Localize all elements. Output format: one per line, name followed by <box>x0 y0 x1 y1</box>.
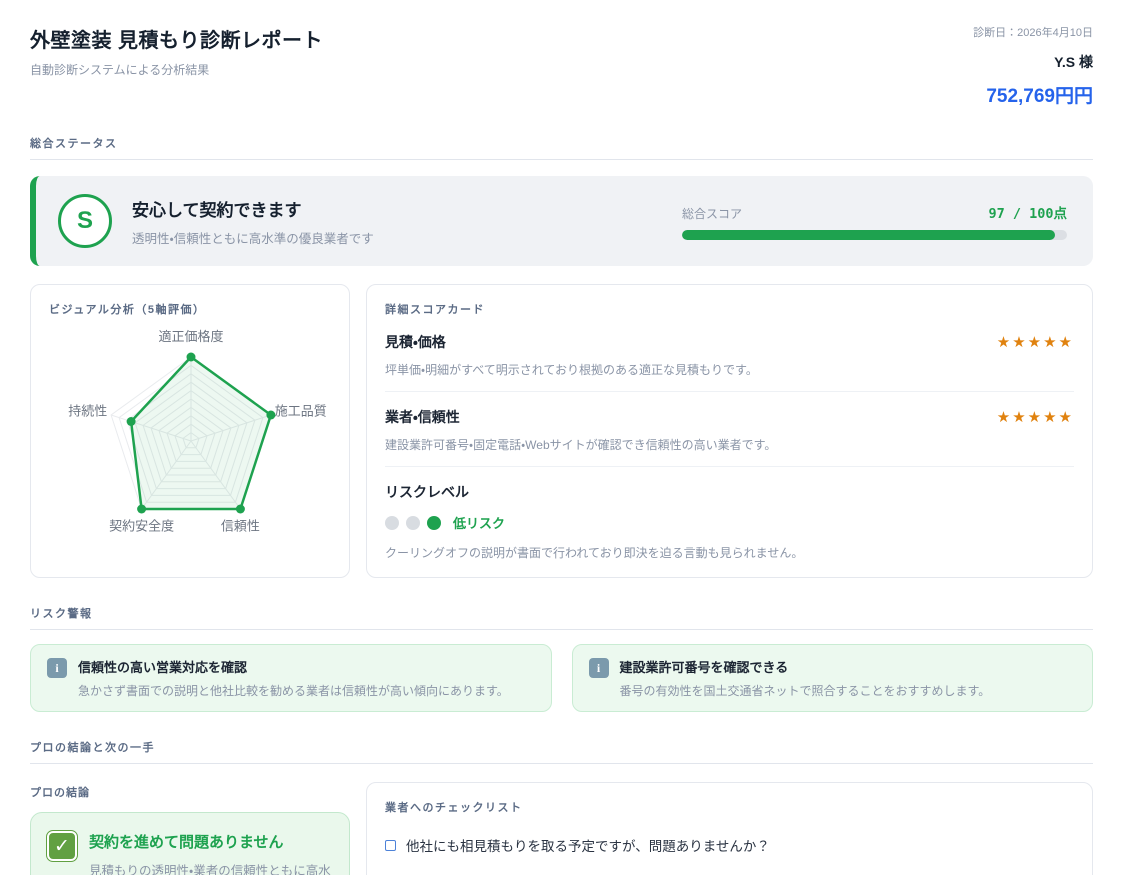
conclusion-columns: プロの結論 ✓ 契約を進めて問題ありません 見積もりの透明性・業者の信頼性ともに… <box>30 782 1093 875</box>
score-item-title: 業者・信頼性 <box>385 407 460 427</box>
alert-title: 信頼性の高い営業対応を確認 <box>78 657 509 676</box>
checklist-card: 業者へのチェックリスト 他社にも相見積もりを取る予定ですが、問題ありませんか？ <box>366 782 1093 875</box>
section-conclusion: プロの結論と次の一手 <box>30 739 1093 764</box>
svg-text:施工品質: 施工品質 <box>275 403 327 418</box>
svg-text:持続性: 持続性 <box>68 403 107 418</box>
header-right: 診断日：2026年4月10日 Y.S 様 752,769円円 <box>973 24 1093 108</box>
star-rating: ★★★★★ <box>997 408 1074 426</box>
star-rating: ★★★★★ <box>997 333 1074 351</box>
alert-description: 番号の有効性を国土交通省ネットで照合することをおすすめします。 <box>620 682 991 699</box>
score-label: 総合スコア <box>682 205 742 222</box>
score-progress-fill <box>682 230 1055 240</box>
section-risk-alerts: リスク警報 <box>30 605 1093 630</box>
grade-letter: S <box>77 207 93 235</box>
risk-alert-card: i 建設業許可番号を確認できる 番号の有効性を国土交通省ネットで照合することをお… <box>572 644 1094 712</box>
score-progress-track <box>682 230 1067 240</box>
check-icon: ✓ <box>47 831 77 861</box>
info-icon: i <box>47 658 67 678</box>
score-value: 97 / 100点 <box>988 202 1067 222</box>
report-header: 外壁塗装 見積もり診断レポート 自動診断システムによる分析結果 診断日：2026… <box>30 24 1093 108</box>
customer-name: Y.S 様 <box>973 52 1093 72</box>
visual-analysis-card: ビジュアル分析（5軸評価） 適正価格度施工品質信頼性 契約安全度 持続性 <box>30 284 350 578</box>
risk-dot-indicator: 低リスク <box>385 513 1074 532</box>
score-block: 総合スコア 97 / 100点 <box>682 202 1067 240</box>
estimate-amount: 752,769円円 <box>973 81 1093 108</box>
section-overall-status: 総合ステータス <box>30 135 1093 160</box>
pro-conclusion-label: プロの結論 <box>30 784 350 800</box>
alert-description: 急かさず書面での説明と他社比較を勧める業者は信頼性が高い傾向にあります。 <box>78 682 509 699</box>
status-title: 安心して契約できます <box>132 196 374 221</box>
risk-alert-card: i 信頼性の高い営業対応を確認 急かさず書面での説明と他社比較を勧める業者は信頼… <box>30 644 552 712</box>
status-subtitle: 透明性・信頼性ともに高水準の優良業者です <box>132 228 374 247</box>
risk-dot <box>385 516 399 530</box>
conclusion-text: 契約を進めて問題ありません 見積もりの透明性・業者の信頼性ともに高水準です。保証… <box>89 831 333 875</box>
alert-title: 建設業許可番号を確認できる <box>620 657 991 676</box>
detail-score-card: 詳細スコアカード 見積・価格 ★★★★★ 坪単価・明細がすべて明示されており根拠… <box>366 284 1093 578</box>
page-subtitle: 自動診断システムによる分析結果 <box>30 61 323 78</box>
checklist-item[interactable]: 他社にも相見積もりを取る予定ですが、問題ありませんか？ <box>385 835 1074 855</box>
info-icon: i <box>589 658 609 678</box>
detail-score-title: 詳細スコアカード <box>385 301 1074 317</box>
svg-text:契約安全度: 契約安全度 <box>109 519 174 534</box>
score-item-price: 見積・価格 ★★★★★ 坪単価・明細がすべて明示されており根拠のある適正な見積も… <box>385 317 1074 392</box>
status-text: 安心して契約できます 透明性・信頼性ともに高水準の優良業者です <box>132 196 374 247</box>
radar-chart: 適正価格度施工品質信頼性 契約安全度 持続性 <box>49 325 333 549</box>
risk-level-block: リスクレベル 低リスク クーリングオフの説明が書面で行われており即決を迫る言動も… <box>385 467 1074 561</box>
grade-badge: S <box>58 194 112 248</box>
alert-text: 信頼性の高い営業対応を確認 急かさず書面での説明と他社比較を勧める業者は信頼性が… <box>78 657 509 699</box>
page-title: 外壁塗装 見積もり診断レポート <box>30 24 323 53</box>
risk-level-title: リスクレベル <box>385 482 1074 502</box>
diagnosis-date: 診断日：2026年4月10日 <box>973 24 1093 40</box>
alert-text: 建設業許可番号を確認できる 番号の有効性を国土交通省ネットで照合することをおすす… <box>620 657 991 699</box>
conclusion-title: 契約を進めて問題ありません <box>89 831 333 852</box>
risk-level-label: 低リスク <box>453 513 505 532</box>
report-page: 外壁塗装 見積もり診断レポート 自動診断システムによる分析結果 診断日：2026… <box>0 0 1123 875</box>
checklist-item-label: 他社にも相見積もりを取る予定ですが、問題ありませんか？ <box>406 835 770 855</box>
risk-level-description: クーリングオフの説明が書面で行われており即決を迫る言動も見られません。 <box>385 544 1074 561</box>
score-item-head: 業者・信頼性 ★★★★★ <box>385 407 1074 427</box>
overall-status-card: S 安心して契約できます 透明性・信頼性ともに高水準の優良業者です 総合スコア … <box>30 176 1093 266</box>
score-item-head: 見積・価格 ★★★★★ <box>385 332 1074 352</box>
risk-alert-row: i 信頼性の高い営業対応を確認 急かさず書面での説明と他社比較を勧める業者は信頼… <box>30 644 1093 712</box>
header-left: 外壁塗装 見積もり診断レポート 自動診断システムによる分析結果 <box>30 24 323 78</box>
checkbox-unchecked[interactable] <box>385 840 396 851</box>
conclusion-description: 見積もりの透明性・業者の信頼性ともに高水準です。保証書の内容と支払い条件を書面で… <box>89 861 333 875</box>
risk-dot-active <box>427 516 441 530</box>
conclusion-left-column: プロの結論 ✓ 契約を進めて問題ありません 見積もりの透明性・業者の信頼性ともに… <box>30 782 350 875</box>
score-item-description: 建設業許可番号・固定電話・Webサイトが確認でき信頼性の高い業者です。 <box>385 436 1074 453</box>
visual-analysis-title: ビジュアル分析（5軸評価） <box>49 301 331 317</box>
score-item-vendor: 業者・信頼性 ★★★★★ 建設業許可番号・固定電話・Webサイトが確認でき信頼性… <box>385 392 1074 467</box>
risk-dot <box>406 516 420 530</box>
pro-conclusion-card: ✓ 契約を進めて問題ありません 見積もりの透明性・業者の信頼性ともに高水準です。… <box>30 812 350 875</box>
score-row: 総合スコア 97 / 100点 <box>682 202 1067 222</box>
score-item-description: 坪単価・明細がすべて明示されており根拠のある適正な見積もりです。 <box>385 361 1074 378</box>
svg-text:適正価格度: 適正価格度 <box>158 329 223 344</box>
checklist-title: 業者へのチェックリスト <box>385 799 1074 815</box>
analysis-columns: ビジュアル分析（5軸評価） 適正価格度施工品質信頼性 契約安全度 持続性 詳細スコア… <box>30 284 1093 578</box>
score-item-title: 見積・価格 <box>385 332 446 352</box>
svg-text:信頼性: 信頼性 <box>221 519 260 534</box>
